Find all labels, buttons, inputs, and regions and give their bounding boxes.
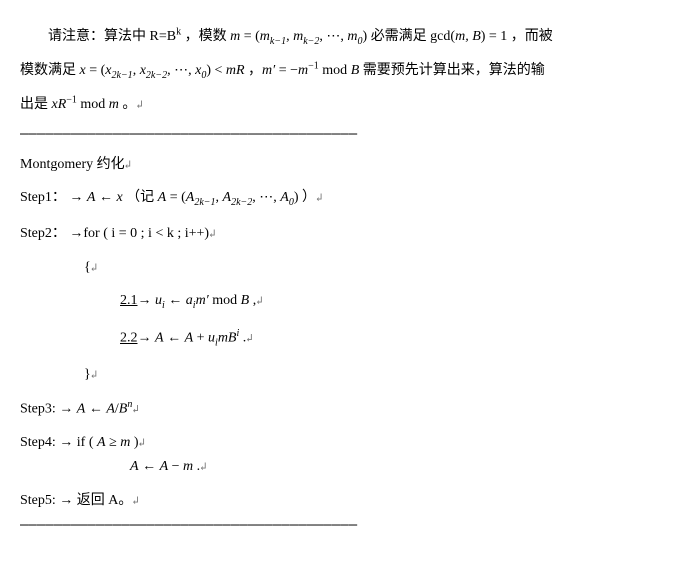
step-4-cond: Step4: → if ( A ≥ m )↲ — [20, 433, 669, 453]
step-1: Step1： → A ← x （记 A = (A2k−1, A2k−2, ⋯, … — [20, 188, 669, 210]
step-2-open-brace: {↲ — [20, 258, 669, 278]
step-2-close-brace: }↲ — [20, 365, 669, 385]
step-2-2: 2.2→ A ← A + uimBi .↲ — [20, 327, 669, 350]
intro-line-3: 出是 xR−1 mod m 。↲ — [20, 88, 669, 122]
intro-paragraph: 请注意：算法中 R=Bk ，模数 m = (mk−1, mk−2, ⋯, m0)… — [20, 20, 669, 121]
algorithm-title: Montgomery 约化↲ — [20, 155, 669, 175]
divider-top: ———————————————————————————————————————— — [20, 125, 669, 145]
step-2-1: 2.1→ ui ← aim′ mod B ,↲ — [20, 291, 669, 313]
algorithm-block: Montgomery 约化↲ Step1： → A ← x （记 A = (A2… — [20, 155, 669, 510]
divider-bottom: ———————————————————————————————————————— — [20, 516, 669, 536]
intro-line-1: 请注意：算法中 R=Bk ，模数 m = (mk−1, mk−2, ⋯, m0)… — [20, 20, 669, 54]
step-3: Step3: → A ← A/Bn↲ — [20, 398, 669, 419]
step-4-body: A ← A − m .↲ — [20, 457, 669, 477]
intro-line-2: 模数满足 x = (x2k−1, x2k−2, ⋯, x0) < mR ，m′ … — [20, 54, 669, 88]
step-2-header: Step2： →for ( i = 0 ; i < k ; i++)↲ — [20, 224, 669, 244]
step-5: Step5: → 返回 A。↲ — [20, 491, 669, 511]
